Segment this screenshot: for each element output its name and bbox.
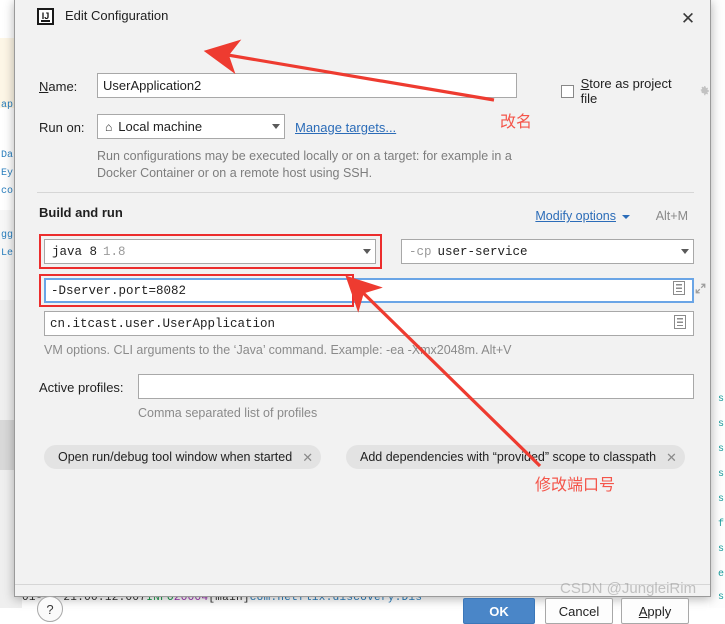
close-icon[interactable]: ✕	[666, 451, 677, 464]
build-and-run-heading: Build and run	[39, 205, 123, 220]
modify-options-link[interactable]: Modify options	[535, 209, 616, 223]
manage-targets-link[interactable]: Manage targets...	[295, 120, 396, 135]
background-token: s	[718, 544, 724, 555]
chevron-down-icon	[363, 249, 371, 254]
classpath-flag: -cp	[409, 245, 432, 259]
close-icon[interactable]: ✕	[302, 451, 313, 464]
vm-options-input[interactable]	[44, 278, 694, 303]
run-on-label: Run on:	[39, 120, 85, 135]
option-chip-add-provided-scope-dependencies[interactable]: Add dependencies with “provided” scope t…	[346, 445, 685, 469]
active-profiles-label: Active profiles:	[39, 380, 124, 395]
name-label: Name:	[39, 79, 77, 94]
cancel-button[interactable]: Cancel	[545, 598, 613, 624]
section-divider	[37, 192, 694, 193]
active-profiles-hint: Comma separated list of profiles	[138, 406, 317, 420]
main-class-input[interactable]	[44, 311, 694, 336]
run-on-value: Local machine	[118, 119, 202, 134]
document-icon[interactable]	[674, 315, 686, 329]
chevron-down-icon[interactable]	[622, 215, 630, 219]
background-token: s	[718, 592, 724, 603]
footer-divider	[15, 584, 710, 585]
background-token: e	[718, 569, 724, 580]
option-chip-open-run-debug-tool-window[interactable]: Open run/debug tool window when started …	[44, 445, 321, 469]
background-token: s	[718, 419, 724, 430]
run-on-hint: Run configurations may be executed local…	[97, 148, 527, 182]
expand-icon[interactable]	[694, 282, 707, 295]
store-as-project-file-checkbox[interactable]	[561, 85, 574, 98]
apply-button[interactable]: Apply	[621, 598, 689, 624]
vm-options-hint: VM options. CLI arguments to the ‘Java’ …	[44, 343, 511, 357]
dialog-titlebar: IJ Edit Configuration ✕	[15, 0, 710, 35]
edit-configuration-dialog: IJ Edit Configuration ✕ Name: Store as p…	[14, 0, 711, 597]
chevron-down-icon	[681, 249, 689, 254]
active-profiles-input[interactable]	[138, 374, 694, 399]
run-on-dropdown[interactable]: ⌂ Local machine	[97, 114, 285, 139]
background-token: s	[718, 444, 724, 455]
home-icon: ⌂	[105, 120, 112, 134]
background-token: s	[718, 494, 724, 505]
classpath-dropdown[interactable]: -cp user-service	[401, 239, 694, 264]
help-button[interactable]: ?	[37, 596, 63, 622]
chevron-down-icon	[272, 124, 280, 129]
classpath-value: user-service	[438, 245, 528, 259]
name-input[interactable]	[97, 73, 517, 98]
document-icon[interactable]	[673, 281, 685, 295]
store-as-project-file-row[interactable]: Store as project file	[561, 76, 710, 106]
jdk-dropdown[interactable]: java 8 1.8	[44, 239, 376, 264]
ok-button[interactable]: OK	[463, 598, 535, 624]
background-token: s	[718, 469, 724, 480]
vm-options-icons	[673, 281, 707, 295]
close-icon[interactable]: ✕	[676, 6, 700, 30]
modify-options-shortcut: Alt+M	[656, 209, 688, 223]
background-token: s	[718, 394, 724, 405]
background-token: f	[718, 519, 724, 530]
chip-label: Add dependencies with “provided” scope t…	[360, 450, 656, 464]
dialog-title: Edit Configuration	[65, 8, 168, 23]
chip-label: Open run/debug tool window when started	[58, 450, 292, 464]
jdk-version: 1.8	[103, 245, 126, 259]
jdk-value: java 8	[52, 245, 97, 259]
intellij-idea-logo-icon: IJ	[37, 8, 54, 25]
gear-icon[interactable]	[697, 84, 710, 98]
store-as-project-file-label: Store as project file	[581, 76, 688, 106]
